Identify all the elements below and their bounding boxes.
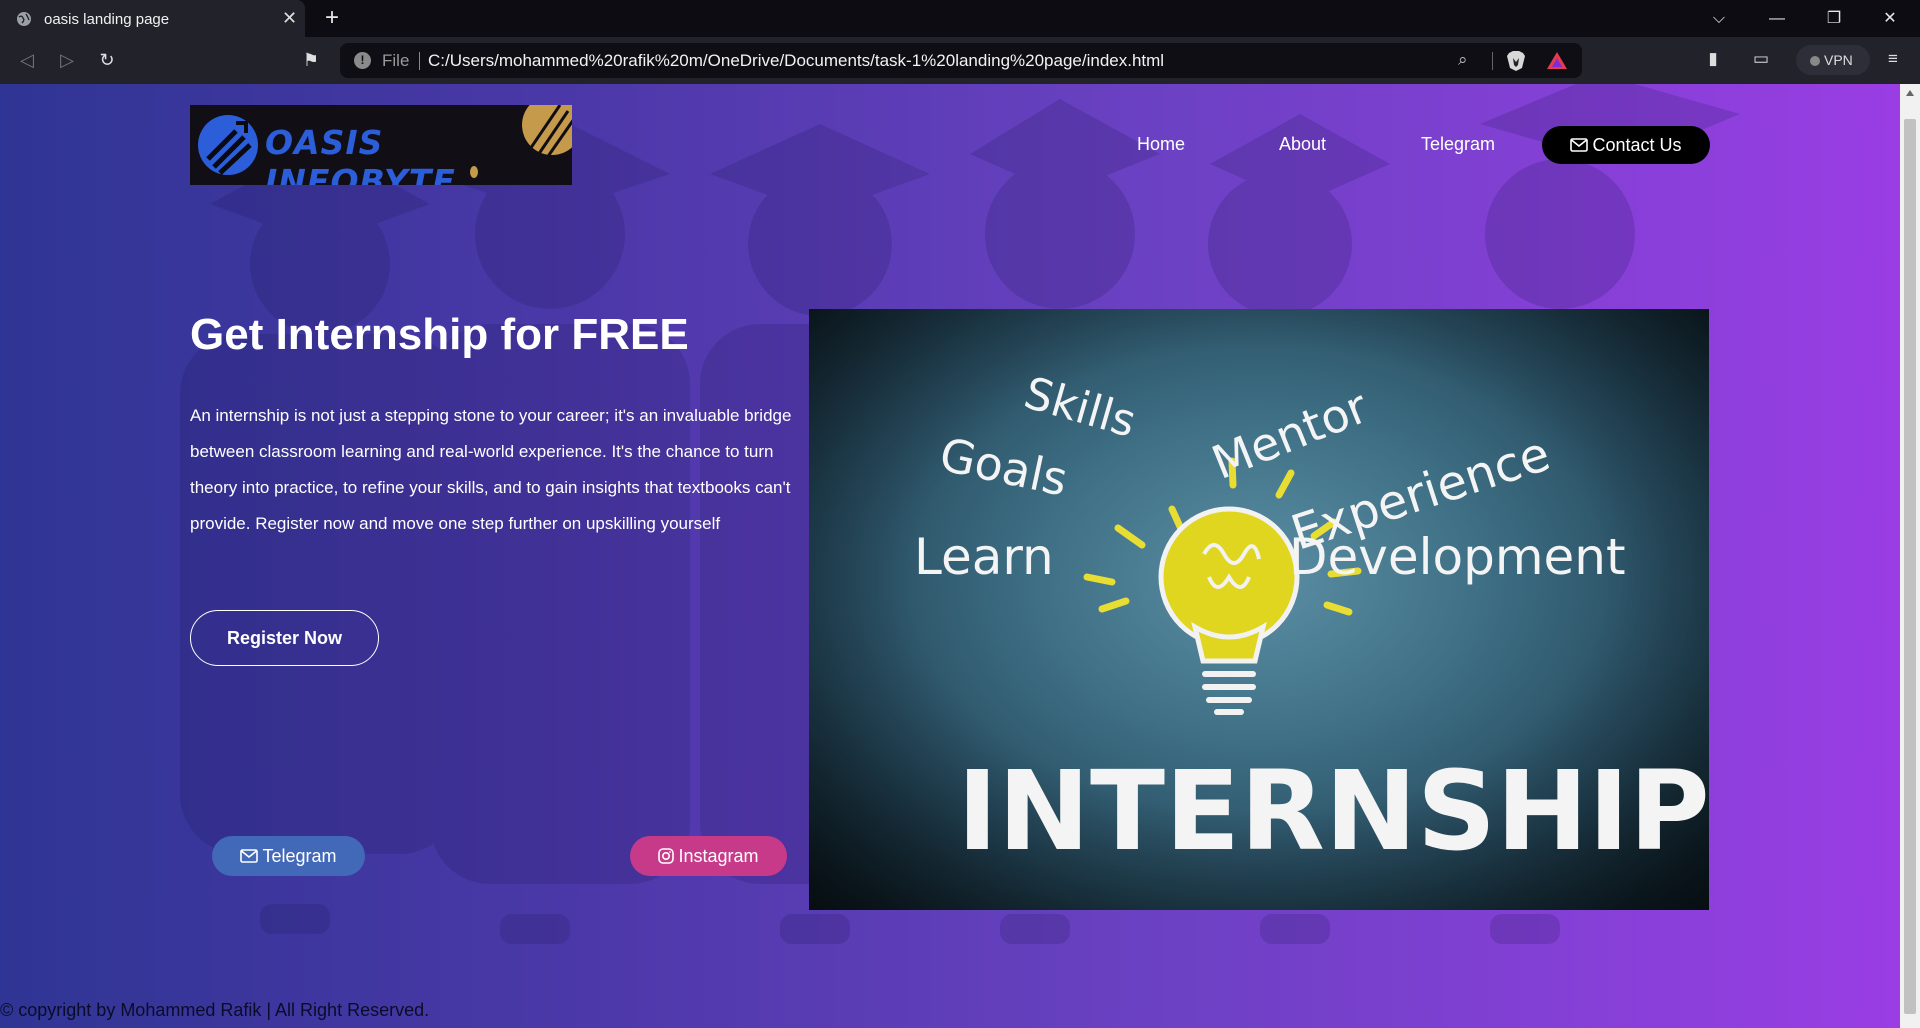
- address-bar[interactable]: ! File C:/Users/mohammed%20rafik%20m/One…: [340, 43, 1582, 78]
- vpn-status-icon: [1810, 56, 1820, 66]
- brave-shields-icon[interactable]: [1506, 50, 1526, 72]
- contact-us-button[interactable]: Contact Us: [1542, 126, 1710, 164]
- zoom-icon[interactable]: ⌕: [1458, 50, 1468, 70]
- window-close-icon[interactable]: ✕: [1878, 8, 1902, 30]
- minimize-icon[interactable]: —: [1765, 8, 1789, 30]
- register-now-button[interactable]: Register Now: [190, 610, 379, 666]
- internship-hero-image: Skills Mentor Goals Experience Learn Dev…: [809, 309, 1709, 910]
- envelope-icon: [1570, 138, 1589, 152]
- scrollbar-thumb[interactable]: [1904, 119, 1916, 1014]
- page-viewport: OASIS INFOBYTE Home About Telegram Conta…: [0, 84, 1900, 1028]
- url-divider: [1492, 52, 1493, 70]
- forward-icon[interactable]: ▷: [54, 47, 80, 73]
- sidebar-icon[interactable]: ▮: [1702, 49, 1724, 71]
- reload-icon[interactable]: ↻: [94, 47, 120, 73]
- word-development: Development: [1289, 528, 1626, 586]
- word-internship: INTERNSHIP: [957, 747, 1709, 875]
- back-icon[interactable]: ◁: [14, 47, 40, 73]
- menu-icon[interactable]: ≡: [1882, 49, 1904, 71]
- footer-copyright: © copyright by Mohammed Rafik | All Righ…: [0, 1000, 430, 1020]
- browser-tab-bar: oasis landing page ✕ + ⌵ — ❐ ✕: [0, 0, 1920, 37]
- tab-search-chevron-icon[interactable]: ⌵: [1707, 8, 1731, 30]
- instagram-button[interactable]: Instagram: [630, 836, 787, 876]
- page-scrollbar[interactable]: [1900, 84, 1920, 1028]
- telegram-button-label: Telegram: [262, 846, 337, 866]
- scroll-up-arrow-icon[interactable]: [1906, 90, 1914, 96]
- word-learn: Learn: [914, 528, 1054, 586]
- logo-leaf-icon: [470, 166, 478, 178]
- instagram-icon: [658, 848, 675, 864]
- browser-toolbar: ◁ ▷ ↻ ⚑ ! File C:/Users/mohammed%20rafik…: [0, 37, 1920, 84]
- logo-arrows-icon: [198, 115, 258, 175]
- restore-icon[interactable]: ❐: [1822, 8, 1846, 30]
- new-tab-icon[interactable]: +: [320, 6, 344, 30]
- oasis-infobyte-logo[interactable]: OASIS INFOBYTE: [190, 105, 572, 185]
- browser-tab[interactable]: oasis landing page ✕: [0, 0, 305, 37]
- hero-title: Get Internship for FREE: [190, 310, 689, 359]
- envelope-icon: [240, 849, 259, 863]
- site-info-icon[interactable]: !: [354, 52, 371, 69]
- logo-decoration-icon: [522, 105, 572, 165]
- close-tab-icon[interactable]: ✕: [282, 8, 298, 28]
- instagram-button-label: Instagram: [678, 846, 759, 866]
- wallet-icon[interactable]: ▭: [1750, 49, 1772, 71]
- globe-icon: [17, 12, 31, 26]
- nav-about-link[interactable]: About: [1279, 134, 1326, 155]
- telegram-button[interactable]: Telegram: [212, 836, 365, 876]
- nav-home-link[interactable]: Home: [1137, 134, 1185, 155]
- url-scheme: File: [382, 51, 410, 70]
- nav-telegram-link[interactable]: Telegram: [1421, 134, 1495, 155]
- internship-chalkboard-illustration: Skills Mentor Goals Experience Learn Dev…: [809, 309, 1709, 910]
- bookmark-icon[interactable]: ⚑: [298, 47, 324, 73]
- vpn-label: VPN: [1824, 52, 1853, 68]
- hero-description: An internship is not just a stepping sto…: [190, 406, 792, 533]
- url-text[interactable]: C:/Users/mohammed%20rafik%20m/OneDrive/D…: [428, 51, 1164, 71]
- contact-us-label: Contact Us: [1592, 135, 1682, 155]
- tab-title: oasis landing page: [44, 11, 170, 28]
- rewards-icon[interactable]: [1546, 50, 1568, 72]
- url-divider: [419, 52, 420, 70]
- vpn-button[interactable]: VPN: [1796, 45, 1870, 75]
